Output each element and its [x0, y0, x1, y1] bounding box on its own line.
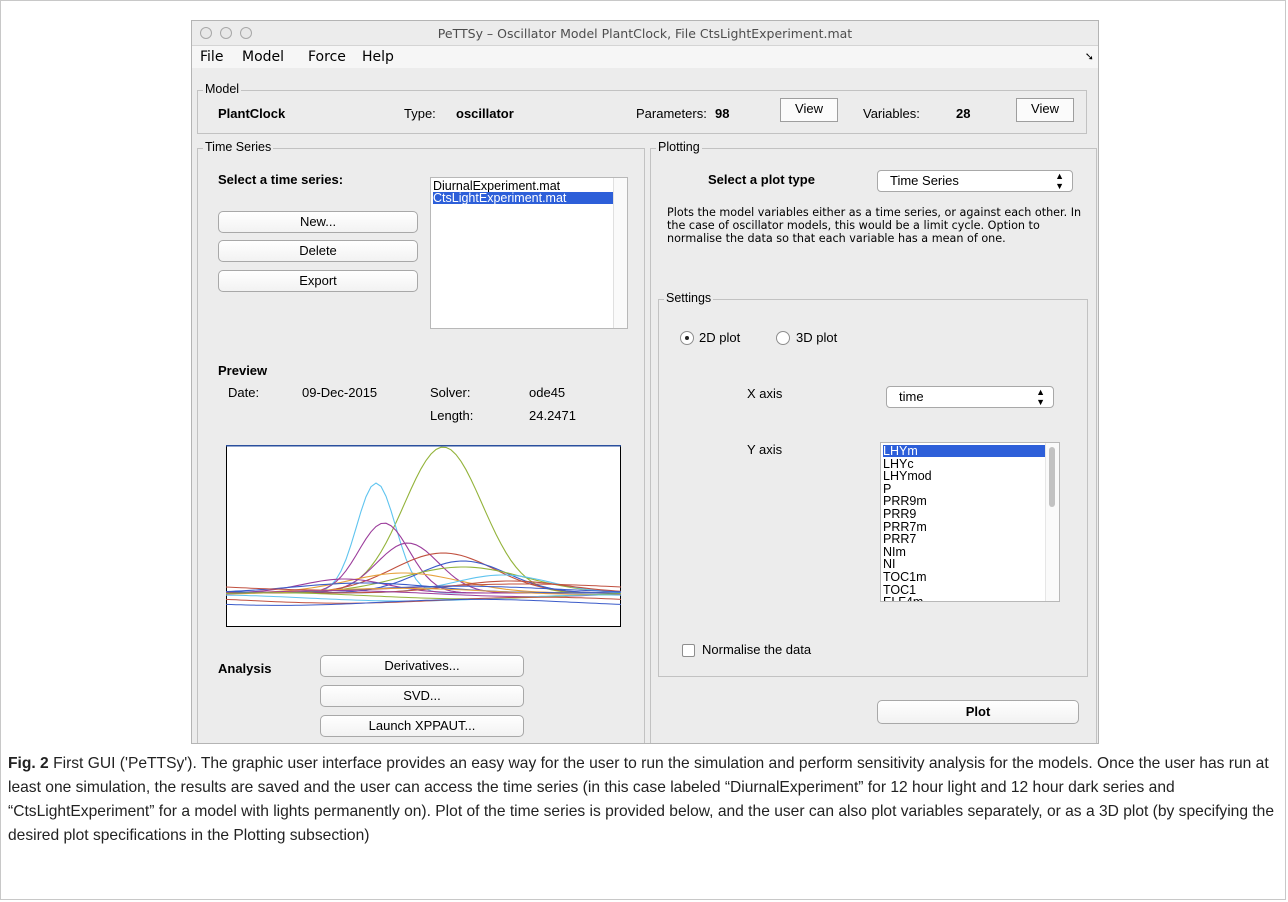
- length-label: Length:: [430, 408, 474, 423]
- y-option[interactable]: TOC1: [883, 583, 1045, 596]
- app-window: PeTTSy – Oscillator Model PlantClock, Fi…: [191, 20, 1099, 744]
- time-series-list[interactable]: DiurnalExperiment.mat CtsLightExperiment…: [430, 177, 628, 329]
- parameters-label: Parameters:: [636, 106, 707, 121]
- normalise-label: Normalise the data: [702, 642, 812, 657]
- model-name: PlantClock: [218, 106, 286, 121]
- y-option[interactable]: TOC1m: [883, 571, 1045, 584]
- time-series-group: Time Series Select a time series: New...…: [197, 140, 645, 743]
- toolbar-grip-icon[interactable]: ➘: [1085, 50, 1094, 63]
- radio-2d-label: 2D plot: [699, 330, 741, 345]
- y-option[interactable]: ELF4m: [883, 596, 1045, 601]
- y-option[interactable]: LHYmod: [883, 470, 1045, 483]
- y-option[interactable]: PRR7m: [883, 520, 1045, 533]
- y-option[interactable]: LHYc: [883, 457, 1045, 470]
- y-option[interactable]: NI: [883, 558, 1045, 571]
- y-axis-scrollbar[interactable]: [1045, 443, 1059, 601]
- y-axis-list[interactable]: LHYm LHYc LHYmod P PRR9m PRR9 PRR7m PRR7 NIm NI TO…: [880, 442, 1060, 602]
- settings-group-label: Settings: [664, 291, 714, 305]
- date-label: Date:: [228, 385, 260, 400]
- plot-type-description: Plots the model variables either as a ti…: [667, 206, 1082, 246]
- x-axis-value: time: [899, 389, 924, 404]
- variables-label: Variables:: [863, 106, 920, 121]
- menu-model[interactable]: Model: [242, 49, 284, 65]
- model-group: Model PlantClock Type: oscillator Parame…: [197, 82, 1087, 134]
- caption-text: First GUI ('PeTTSy'). The graphic user i…: [8, 755, 1275, 844]
- updown-arrows-icon: ▲ ▼: [1036, 387, 1045, 407]
- select-plot-type-label: Select a plot type: [708, 172, 815, 187]
- y-axis-label: Y axis: [747, 442, 783, 457]
- radio-3d-plot[interactable]: [776, 331, 790, 345]
- plot-button[interactable]: Plot: [877, 700, 1079, 724]
- title-bar: PeTTSy – Oscillator Model PlantClock, Fi…: [192, 21, 1098, 46]
- settings-group: Settings 2D plot 3D plot X axis time ▲ ▼ …: [658, 291, 1088, 677]
- radio-3d-label: 3D plot: [796, 330, 838, 345]
- solver-value: ode45: [529, 385, 566, 400]
- svd-button[interactable]: SVD...: [320, 685, 524, 707]
- analysis-label: Analysis: [218, 661, 272, 676]
- menu-help[interactable]: Help: [362, 49, 394, 65]
- delete-button[interactable]: Delete: [218, 240, 418, 262]
- y-axis-scroll-thumb[interactable]: [1049, 447, 1055, 507]
- export-button[interactable]: Export: [218, 270, 418, 292]
- plot-type-value: Time Series: [890, 173, 959, 188]
- y-option-selected[interactable]: LHYm: [883, 445, 1045, 457]
- plot-type-select[interactable]: Time Series ▲ ▼: [877, 170, 1073, 192]
- menu-file[interactable]: File: [200, 49, 223, 65]
- menu-force[interactable]: Force: [308, 49, 346, 65]
- radio-2d-plot[interactable]: [680, 331, 694, 345]
- solver-label: Solver:: [430, 385, 471, 400]
- model-type-label: Type:: [404, 106, 436, 121]
- y-option[interactable]: NIm: [883, 546, 1045, 559]
- window-title: PeTTSy – Oscillator Model PlantClock, Fi…: [437, 26, 853, 41]
- derivatives-button[interactable]: Derivatives...: [320, 655, 524, 677]
- normalise-checkbox[interactable]: [682, 644, 695, 657]
- x-axis-label: X axis: [747, 386, 783, 401]
- view-parameters-button[interactable]: View: [780, 98, 838, 122]
- figure-caption: Fig. 2 First GUI ('PeTTSy'). The graphic…: [8, 752, 1276, 848]
- new-button[interactable]: New...: [218, 211, 418, 233]
- length-value: 24.2471: [529, 408, 576, 423]
- y-option[interactable]: P: [883, 483, 1045, 496]
- updown-arrows-icon: ▲ ▼: [1055, 171, 1064, 191]
- time-series-preview-plot: [226, 445, 621, 627]
- launch-xppaut-button[interactable]: Launch XPPAUT...: [320, 715, 524, 737]
- list-scrollbar[interactable]: [613, 178, 627, 328]
- plotting-group: Plotting Select a plot type Time Series …: [650, 140, 1097, 743]
- x-axis-select[interactable]: time ▲ ▼: [886, 386, 1054, 408]
- y-option[interactable]: PRR7: [883, 533, 1045, 546]
- y-option[interactable]: PRR9m: [883, 495, 1045, 508]
- model-type-value: oscillator: [456, 106, 514, 121]
- figure-number: Fig. 2: [8, 755, 49, 772]
- model-group-label: Model: [203, 82, 242, 96]
- preview-label: Preview: [218, 363, 268, 378]
- view-variables-button[interactable]: View: [1016, 98, 1074, 122]
- variables-count: 28: [956, 106, 971, 121]
- date-value: 09-Dec-2015: [302, 385, 378, 400]
- select-time-series-label: Select a time series:: [218, 172, 344, 187]
- time-series-group-label: Time Series: [203, 140, 274, 154]
- y-option[interactable]: PRR9: [883, 508, 1045, 521]
- plotting-group-label: Plotting: [656, 140, 702, 154]
- parameters-count: 98: [715, 106, 730, 121]
- list-item-selected[interactable]: CtsLightExperiment.mat: [433, 192, 613, 204]
- menu-bar: File Model Force Help ➘: [192, 46, 1098, 68]
